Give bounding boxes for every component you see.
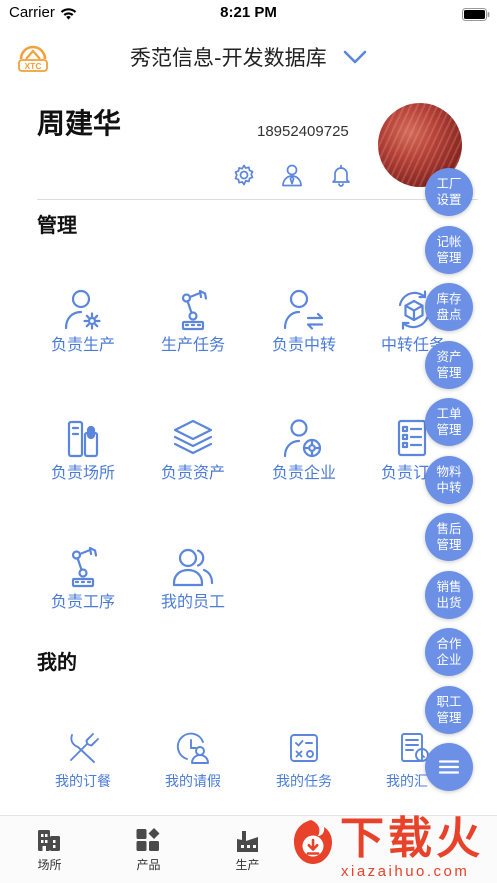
fab-label-line: 资产: [436, 349, 462, 364]
menu-item-label: 负责工序: [50, 592, 115, 611]
layers-icon: [171, 416, 215, 460]
menu-item-label: 负责企业: [271, 463, 336, 482]
tab-label: 产品: [136, 858, 161, 872]
tab-products[interactable]: 产品: [99, 816, 198, 883]
fab-bookkeeping[interactable]: 记帐 管理: [425, 226, 473, 274]
fab-label-line: 管理: [436, 710, 462, 725]
menu-item-owned-sites[interactable]: 负责场所: [28, 416, 138, 483]
fab-sales-shipping[interactable]: 销售 出货: [425, 571, 473, 619]
fab-label-line: 工单: [436, 406, 462, 421]
menu-item-label: 我的订餐: [55, 774, 111, 790]
menu-item-my-leave[interactable]: 我的请假: [138, 731, 248, 792]
fab-label-line: 物料: [436, 464, 462, 479]
menu-item-my-meals[interactable]: 我的订餐: [28, 731, 138, 792]
watermark-domain: xiazaihuo.com: [341, 863, 470, 880]
user-phone: 18952409725: [257, 123, 349, 140]
fab-label-line: 设置: [436, 192, 462, 207]
fab-label-line: 合作: [436, 636, 462, 651]
fab-label-line: 职工: [436, 694, 462, 709]
fab-staff-management[interactable]: 职工 管理: [425, 686, 473, 734]
menu-icon: [438, 760, 460, 774]
clock-time: 8:21 PM: [220, 4, 277, 21]
menu-item-label: 我的员工: [160, 592, 225, 611]
fab-label-line: 销售: [436, 579, 462, 594]
fab-label-line: 管理: [436, 365, 462, 380]
fab-label-line: 记帐: [436, 234, 462, 249]
fab-label-line: 企业: [436, 652, 462, 667]
fab-label-line: 管理: [436, 537, 462, 552]
menu-item-my-staff[interactable]: 我的员工: [138, 545, 248, 612]
section-title-management: 管理: [37, 213, 77, 237]
person-target-icon: [282, 416, 326, 460]
fab-label-line: 盘点: [436, 307, 462, 322]
svg-text:XTC: XTC: [25, 61, 42, 71]
fab-asset-management[interactable]: 资产 管理: [425, 341, 473, 389]
two-people-icon: [171, 545, 215, 589]
menu-item-owned-assets[interactable]: 负责资产: [138, 416, 248, 483]
tab-label: 场所: [37, 858, 62, 872]
checklist-icon: [287, 731, 321, 765]
menu-item-production-tasks[interactable]: 生产任务: [138, 288, 248, 355]
fab-material-transfer[interactable]: 物料 中转: [425, 456, 473, 504]
menu-item-label: 负责场所: [50, 463, 115, 482]
chevron-down-icon[interactable]: [342, 48, 368, 66]
factory-icon: [234, 827, 260, 853]
building-icon: [36, 827, 62, 853]
fab-factory-settings[interactable]: 工厂 设置: [425, 168, 473, 216]
tab-label: 生产: [235, 858, 260, 872]
fab-work-orders[interactable]: 工单 管理: [425, 398, 473, 446]
watermark-brand: 下载火: [340, 813, 484, 864]
company-logo: XTC: [17, 42, 49, 74]
menu-item-my-tasks[interactable]: 我的任务: [249, 731, 359, 792]
menu-item-label: 负责生产: [50, 335, 115, 354]
robot-arm-icon: [61, 545, 105, 589]
fork-knife-icon: [66, 731, 100, 765]
workspace-title[interactable]: 秀范信息-开发数据库: [130, 44, 327, 72]
menu-item-label: 我的请假: [165, 774, 221, 790]
fab-label-line: 库存: [436, 291, 462, 306]
divider: [37, 199, 478, 200]
site-icon: [61, 416, 105, 460]
grid-icon: [135, 827, 161, 853]
bell-icon[interactable]: [329, 163, 353, 187]
fab-label-line: 管理: [436, 422, 462, 437]
menu-item-label: 我的任务: [276, 774, 332, 790]
fab-label-line: 工厂: [436, 176, 462, 191]
robot-arm-icon: [171, 288, 215, 332]
menu-item-label: 生产任务: [160, 335, 225, 354]
tab-production[interactable]: 生产: [198, 816, 297, 883]
watermark-logo: [291, 817, 335, 869]
menu-item-label: 负责资产: [160, 463, 225, 482]
fab-after-sales[interactable]: 售后 管理: [425, 513, 473, 561]
menu-item-owned-transfer[interactable]: 负责中转: [249, 288, 359, 355]
section-title-mine: 我的: [37, 650, 77, 674]
fab-menu-toggle[interactable]: [425, 743, 473, 791]
menu-item-owned-processes[interactable]: 负责工序: [28, 545, 138, 612]
person-gear-icon: [61, 288, 105, 332]
gear-icon[interactable]: [232, 163, 256, 187]
user-name: 周建华: [37, 107, 122, 140]
fab-label-line: 管理: [436, 250, 462, 265]
menu-item-owned-production[interactable]: 负责生产: [28, 288, 138, 355]
menu-item-label: 负责中转: [271, 335, 336, 354]
fab-label-line: 中转: [436, 480, 462, 495]
fab-partner-companies[interactable]: 合作 企业: [425, 628, 473, 676]
battery-icon: [462, 6, 490, 21]
clock-person-icon: [176, 731, 210, 765]
fab-inventory-check[interactable]: 库存 盘点: [425, 283, 473, 331]
fab-label-line: 售后: [436, 521, 462, 536]
menu-item-owned-companies[interactable]: 负责企业: [249, 416, 359, 483]
manager-icon[interactable]: [280, 163, 304, 187]
person-transfer-icon: [282, 288, 326, 332]
fab-label-line: 出货: [436, 595, 462, 610]
tab-sites[interactable]: 场所: [0, 816, 99, 883]
